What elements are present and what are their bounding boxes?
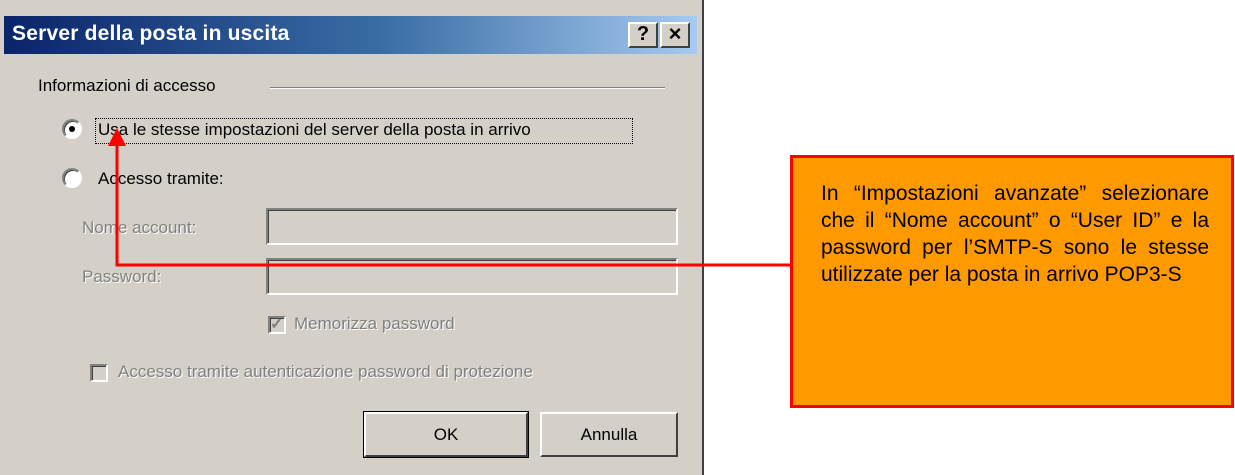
screenshot-stage: Server della posta in uscita ? × Informa… xyxy=(0,0,1235,475)
annotation-text: In “Impostazioni avanzate” selezionare c… xyxy=(821,182,1209,286)
annotation-callout: In “Impostazioni avanzate” selezionare c… xyxy=(790,155,1234,408)
arrow-line xyxy=(115,142,792,267)
arrow-head-icon xyxy=(108,128,126,146)
